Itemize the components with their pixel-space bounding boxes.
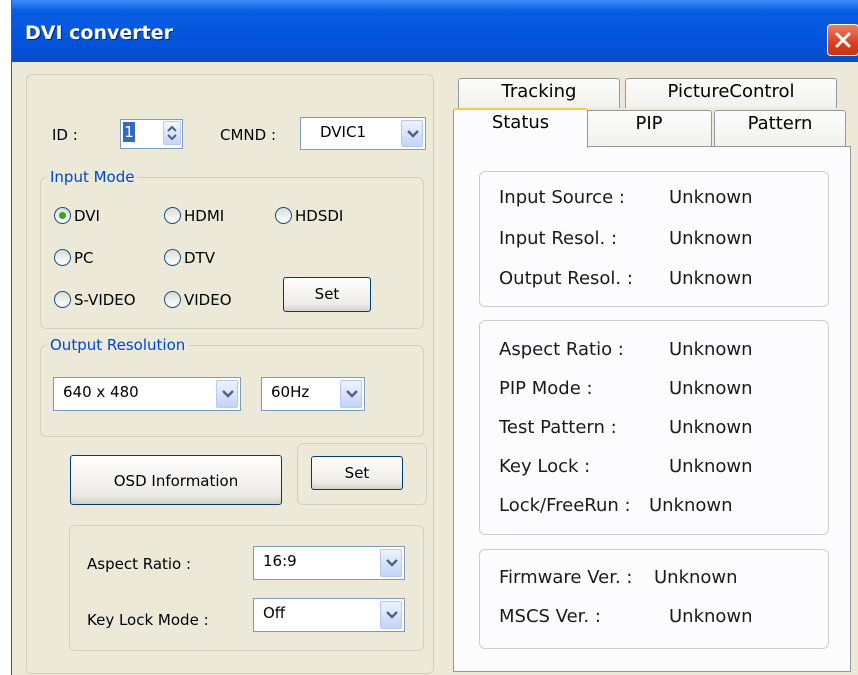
id-spinner[interactable]: 1 bbox=[120, 119, 183, 149]
status-value: Unknown bbox=[669, 456, 753, 477]
status-value: Unknown bbox=[669, 339, 753, 360]
cmnd-value: DVIC1 bbox=[320, 123, 366, 141]
id-label: ID : bbox=[52, 126, 78, 144]
status-row-output-resol: Output Resol. : Unknown bbox=[499, 268, 753, 289]
status-value: Unknown bbox=[669, 417, 753, 438]
refresh-rate-select[interactable]: 60Hz bbox=[261, 377, 365, 411]
status-tab-page: Input Source : Unknown Input Resol. : Unkn… bbox=[453, 146, 851, 672]
spin-updown-button[interactable] bbox=[163, 121, 181, 145]
cmnd-select[interactable]: DVIC1 bbox=[300, 117, 426, 150]
radio-label: HDMI bbox=[184, 207, 225, 225]
source-status-group: Input Source : Unknown Input Resol. : Unkn… bbox=[479, 171, 829, 307]
dropdown-button[interactable] bbox=[380, 601, 402, 629]
status-row-mscs: MSCS Ver. : Unknown bbox=[499, 606, 753, 627]
status-row-key-lock: Key Lock : Unknown bbox=[499, 456, 753, 477]
set-button[interactable]: Set bbox=[311, 456, 403, 490]
radio-dvi[interactable]: DVI bbox=[54, 204, 134, 228]
version-status-group: Firmware Ver. : Unknown MSCS Ver. : Unknow… bbox=[479, 549, 829, 649]
radio-circle bbox=[275, 207, 292, 224]
status-value: Unknown bbox=[654, 567, 738, 588]
aspect-ratio-select[interactable]: 16:9 bbox=[253, 546, 405, 580]
dvi-converter-window: DVI converter ID : 1 CMND : DVIC1 Input … bbox=[11, 0, 858, 675]
resolution-value: 640 x 480 bbox=[63, 383, 139, 401]
radio-label: VIDEO bbox=[184, 291, 232, 309]
status-row-firmware: Firmware Ver. : Unknown bbox=[499, 567, 738, 588]
cmnd-label: CMND : bbox=[220, 126, 277, 144]
tab-pattern[interactable]: Pattern bbox=[714, 110, 846, 146]
dropdown-button[interactable] bbox=[340, 380, 362, 408]
radio-video[interactable]: VIDEO bbox=[164, 288, 264, 312]
tab-pip[interactable]: PIP bbox=[586, 110, 712, 146]
dropdown-button[interactable] bbox=[380, 549, 402, 577]
window-title: DVI converter bbox=[25, 22, 173, 44]
key-lock-label: Key Lock Mode : bbox=[87, 611, 209, 629]
status-row-aspect-ratio: Aspect Ratio : Unknown bbox=[499, 339, 753, 360]
set-box: Set bbox=[297, 443, 427, 505]
status-row-test-pattern: Test Pattern : Unknown bbox=[499, 417, 753, 438]
resolution-select[interactable]: 640 x 480 bbox=[53, 377, 241, 411]
input-mode-group: Input Mode DVI HDMI HDSDI PC DTV S-VIDEO… bbox=[40, 168, 424, 329]
status-value: Unknown bbox=[669, 187, 753, 208]
client-area: ID : 1 CMND : DVIC1 Input Mode DVI HDMI … bbox=[12, 62, 858, 675]
radio-label: HDSDI bbox=[295, 207, 344, 225]
spin-arrows-icon bbox=[167, 125, 177, 141]
output-resolution-group: Output Resolution 640 x 480 60Hz bbox=[40, 336, 424, 437]
tab-status[interactable]: Status bbox=[453, 108, 588, 148]
chevron-down-icon bbox=[222, 390, 234, 398]
output-resolution-title: Output Resolution bbox=[47, 336, 189, 354]
input-mode-title: Input Mode bbox=[47, 168, 138, 186]
radio-pc[interactable]: PC bbox=[54, 246, 124, 270]
osd-information-button[interactable]: OSD Information bbox=[70, 455, 282, 505]
status-row-input-source: Input Source : Unknown bbox=[499, 187, 753, 208]
status-value: Unknown bbox=[649, 495, 733, 516]
input-mode-set-button[interactable]: Set bbox=[283, 277, 371, 312]
settings-panel: ID : 1 CMND : DVIC1 Input Mode DVI HDMI … bbox=[26, 74, 434, 674]
radio-circle bbox=[54, 291, 71, 308]
radio-label: DVI bbox=[74, 207, 100, 225]
dropdown-button[interactable] bbox=[216, 380, 238, 408]
radio-circle bbox=[54, 249, 71, 266]
radio-label: DTV bbox=[184, 249, 215, 267]
tab-tracking[interactable]: Tracking bbox=[458, 78, 620, 108]
close-button[interactable] bbox=[827, 24, 858, 56]
close-icon bbox=[835, 32, 851, 48]
radio-s-video[interactable]: S-VIDEO bbox=[54, 288, 164, 312]
aspect-ratio-value: 16:9 bbox=[263, 552, 297, 570]
radio-circle bbox=[54, 207, 71, 224]
status-value: Unknown bbox=[669, 268, 753, 289]
aspect-ratio-label: Aspect Ratio : bbox=[87, 555, 192, 573]
radio-circle bbox=[164, 207, 181, 224]
radio-dtv[interactable]: DTV bbox=[164, 246, 244, 270]
key-lock-value: Off bbox=[263, 604, 286, 622]
radio-circle bbox=[164, 291, 181, 308]
dropdown-button[interactable] bbox=[401, 120, 423, 147]
status-row-input-resol: Input Resol. : Unknown bbox=[499, 228, 753, 249]
mode-status-group: Aspect Ratio : Unknown PIP Mode : Unknown … bbox=[479, 320, 829, 535]
status-value: Unknown bbox=[669, 228, 753, 249]
title-bar[interactable]: DVI converter bbox=[12, 0, 858, 62]
chevron-down-icon bbox=[346, 390, 358, 398]
radio-hdmi[interactable]: HDMI bbox=[164, 204, 254, 228]
id-value: 1 bbox=[123, 122, 135, 142]
chevron-down-icon bbox=[386, 559, 398, 567]
refresh-rate-value: 60Hz bbox=[271, 383, 310, 401]
status-value: Unknown bbox=[669, 378, 753, 399]
radio-label: PC bbox=[74, 249, 94, 267]
status-row-lock-freerun: Lock/FreeRun : Unknown bbox=[499, 495, 733, 516]
chevron-down-icon bbox=[386, 611, 398, 619]
key-lock-select[interactable]: Off bbox=[253, 598, 405, 632]
tab-picturecontrol[interactable]: PictureControl bbox=[625, 78, 837, 108]
status-row-pip-mode: PIP Mode : Unknown bbox=[499, 378, 753, 399]
chevron-down-icon bbox=[407, 129, 419, 138]
radio-hdsdi[interactable]: HDSDI bbox=[275, 204, 375, 228]
status-value: Unknown bbox=[669, 606, 753, 627]
radio-circle bbox=[164, 249, 181, 266]
mode-group: Aspect Ratio : 16:9 Key Lock Mode : Off bbox=[69, 525, 424, 651]
radio-label: S-VIDEO bbox=[74, 291, 136, 309]
